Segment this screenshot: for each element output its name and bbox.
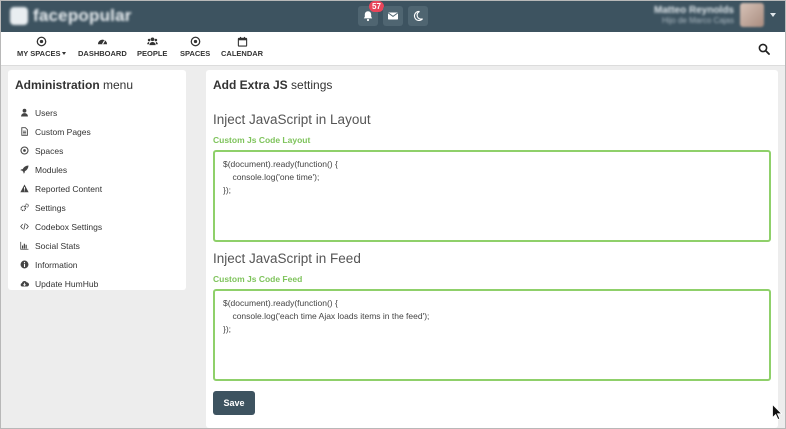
sidebar-title-rest: menu — [103, 78, 134, 92]
nav-spaces-label: SPACES — [180, 49, 211, 58]
sidebar-item-label: Modules — [35, 164, 68, 175]
moon-icon — [414, 10, 423, 21]
sidebar-item-social-stats[interactable]: Social Stats — [20, 236, 102, 255]
user-name: Matteo Reynolds — [653, 5, 734, 16]
cogs-icon — [20, 203, 29, 212]
feed-section-heading: Inject JavaScript in Feed — [213, 251, 361, 266]
app-logo[interactable]: facepopular — [10, 6, 132, 26]
sidebar-item-information[interactable]: Information — [20, 255, 102, 274]
nav-my-spaces[interactable]: MY SPACES — [17, 36, 67, 58]
avatar — [740, 3, 764, 27]
nav-dashboard-label: DASHBOARD — [78, 49, 127, 58]
notification-count-badge: 57 — [369, 1, 384, 12]
nav-people[interactable]: PEOPLE — [137, 36, 167, 58]
admin-sidebar: Administration menu Users Custom Pages S… — [8, 70, 186, 290]
nav-people-label: PEOPLE — [137, 49, 168, 58]
user-info: Matteo Reynolds Hijo de Marco Cajas — [654, 5, 734, 25]
settings-panel: Add Extra JS settings Inject JavaScript … — [206, 70, 778, 428]
page-title-bold: Add Extra JS — [213, 78, 288, 92]
sidebar-item-custom-pages[interactable]: Custom Pages — [20, 122, 102, 141]
dot-circle-icon — [36, 36, 47, 47]
sidebar-item-users[interactable]: Users — [20, 103, 102, 122]
caret-down-icon — [62, 52, 67, 55]
sidebar-title: Administration menu — [15, 78, 133, 92]
chevron-down-icon — [770, 13, 776, 17]
logo-mark-icon — [10, 7, 28, 25]
file-icon — [21, 127, 28, 136]
page-title: Add Extra JS settings — [213, 78, 332, 92]
rocket-icon — [20, 165, 29, 174]
mouse-cursor-icon — [772, 404, 782, 420]
dark-mode-button[interactable] — [408, 6, 428, 26]
layout-code-textarea[interactable]: $(document).ready(function() { console.l… — [213, 150, 771, 242]
page-title-rest: settings — [291, 78, 333, 92]
sidebar-menu: Users Custom Pages Spaces Modules Report… — [20, 103, 102, 293]
search-icon[interactable] — [758, 43, 770, 55]
sidebar-item-label: Custom Pages — [35, 126, 91, 137]
layout-code-label: Custom Js Code Layout — [213, 135, 311, 145]
sidebar-item-modules[interactable]: Modules — [20, 160, 102, 179]
warning-icon — [20, 184, 29, 193]
feed-code-textarea[interactable]: $(document).ready(function() { console.l… — [213, 289, 771, 381]
nav-spaces[interactable]: SPACES — [180, 36, 210, 58]
sidebar-item-label: Reported Content — [35, 183, 103, 194]
sidebar-item-label: Update HumHub — [35, 278, 99, 289]
sidebar-item-reported-content[interactable]: Reported Content — [20, 179, 102, 198]
code-icon — [20, 223, 29, 230]
dot-circle-icon — [190, 36, 200, 47]
nav-calendar[interactable]: CALENDAR — [221, 36, 263, 58]
sidebar-item-label: Information — [35, 259, 78, 270]
sidebar-item-update-humhub[interactable]: Update HumHub — [20, 274, 102, 293]
calendar-icon — [237, 36, 247, 47]
save-button[interactable]: Save — [213, 391, 255, 415]
top-bar: facepopular 57 Matteo Reynolds Hijo de M… — [0, 0, 786, 32]
nav-calendar-label: CALENDAR — [221, 49, 264, 58]
logo-text: facepopular — [33, 6, 132, 25]
sidebar-item-label: Social Stats — [35, 240, 80, 251]
sidebar-item-settings[interactable]: Settings — [20, 198, 102, 217]
bar-chart-icon — [20, 241, 29, 250]
users-icon — [146, 37, 158, 46]
user-icon — [21, 108, 28, 117]
notifications-button[interactable]: 57 — [358, 1, 384, 26]
feed-code-label: Custom Js Code Feed — [213, 274, 303, 284]
nav-my-spaces-label: MY SPACES — [17, 49, 61, 58]
cloud-download-icon — [20, 281, 29, 287]
nav-dashboard[interactable]: DASHBOARD — [78, 36, 127, 58]
dot-circle-icon — [20, 146, 29, 155]
layout-section-heading: Inject JavaScript in Layout — [213, 112, 371, 127]
sidebar-item-label: Spaces — [35, 145, 64, 156]
main-nav: MY SPACES DASHBOARD PEOPLE SPACES CALEND… — [0, 32, 786, 66]
sidebar-item-label: Codebox Settings — [35, 221, 103, 232]
sidebar-item-label: Settings — [35, 202, 66, 213]
info-icon — [20, 260, 29, 269]
sidebar-item-codebox-settings[interactable]: Codebox Settings — [20, 217, 102, 236]
sidebar-item-label: Users — [35, 107, 58, 118]
envelope-icon — [388, 12, 398, 20]
messages-button[interactable] — [383, 6, 403, 26]
user-menu[interactable]: Matteo Reynolds Hijo de Marco Cajas — [654, 3, 776, 27]
tachometer-icon — [97, 39, 107, 45]
sidebar-item-spaces[interactable]: Spaces — [20, 141, 102, 160]
user-subtitle: Hijo de Marco Cajas — [661, 16, 734, 25]
sidebar-title-bold: Administration — [15, 78, 100, 92]
